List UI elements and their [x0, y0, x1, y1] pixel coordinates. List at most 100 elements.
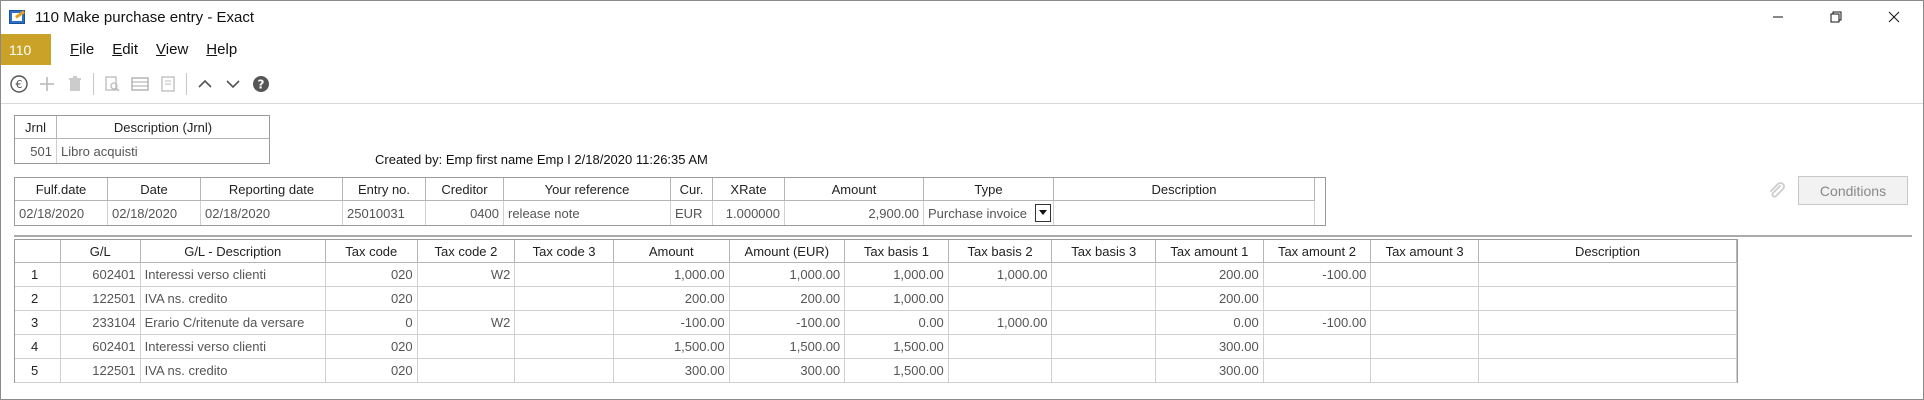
- tax-basis-2-cell[interactable]: 1,000.00: [948, 311, 1053, 335]
- menu-help[interactable]: Help: [205, 41, 238, 58]
- gl-cell[interactable]: 122501: [60, 359, 141, 383]
- tax-basis-1-cell[interactable]: 1,000.00: [845, 263, 949, 287]
- restore-button[interactable]: [1807, 1, 1865, 33]
- row-number[interactable]: 4: [15, 335, 61, 359]
- amount-eur-cell[interactable]: 300.00: [729, 359, 846, 383]
- tax-code-3-cell[interactable]: [515, 311, 614, 335]
- notes-button[interactable]: [154, 70, 182, 98]
- tax-amount-2-cell[interactable]: [1263, 359, 1372, 383]
- conditions-button[interactable]: Conditions: [1798, 176, 1908, 205]
- module-badge[interactable]: 110: [1, 34, 51, 65]
- tax-amount-1-cell[interactable]: 0.00: [1156, 311, 1264, 335]
- type-dropdown-button[interactable]: [1035, 204, 1051, 222]
- type-select[interactable]: Purchase invoice: [924, 201, 1054, 225]
- fulf-date-field[interactable]: 02/18/2020: [15, 201, 108, 225]
- row-number[interactable]: 1: [15, 263, 61, 287]
- help-button[interactable]: ?: [247, 70, 275, 98]
- row-number[interactable]: 5: [15, 359, 61, 383]
- amount-field[interactable]: 2,900.00: [785, 201, 924, 225]
- tax-basis-2-cell[interactable]: [948, 335, 1053, 359]
- journal-description[interactable]: Libro acquisti: [57, 139, 269, 163]
- currency-button[interactable]: €: [5, 70, 33, 98]
- date-field[interactable]: 02/18/2020: [108, 201, 201, 225]
- menu-file[interactable]: File: [69, 41, 95, 58]
- delete-button[interactable]: [61, 70, 89, 98]
- table-row[interactable]: 5 122501 IVA ns. credito 020 300.00 300.…: [15, 359, 1737, 383]
- tax-code-cell[interactable]: 020: [325, 263, 418, 287]
- gl-description-cell[interactable]: IVA ns. credito: [140, 287, 326, 311]
- line-description-cell[interactable]: [1478, 359, 1737, 383]
- tax-amount-3-cell[interactable]: [1371, 263, 1479, 287]
- row-number[interactable]: 2: [15, 287, 61, 311]
- amount-cell[interactable]: 1,000.00: [613, 263, 730, 287]
- tax-basis-2-cell[interactable]: [948, 287, 1053, 311]
- table-row[interactable]: 1 602401 Interessi verso clienti 020 W2 …: [15, 263, 1737, 287]
- xrate-field[interactable]: 1.000000: [713, 201, 785, 225]
- entry-description-field[interactable]: [1054, 201, 1315, 225]
- tax-code-cell[interactable]: 020: [325, 359, 418, 383]
- tax-basis-3-cell[interactable]: [1052, 263, 1157, 287]
- tax-code-2-cell[interactable]: [417, 287, 516, 311]
- amount-cell[interactable]: 200.00: [613, 287, 730, 311]
- minimize-button[interactable]: [1749, 1, 1807, 33]
- tax-amount-3-cell[interactable]: [1371, 359, 1479, 383]
- tax-basis-2-cell[interactable]: 1,000.00: [948, 263, 1053, 287]
- gl-description-cell[interactable]: Interessi verso clienti: [140, 263, 326, 287]
- creditor-field[interactable]: 0400: [426, 201, 504, 225]
- tax-code-3-cell[interactable]: [515, 287, 614, 311]
- tax-amount-1-cell[interactable]: 300.00: [1156, 335, 1264, 359]
- preview-button[interactable]: [98, 70, 126, 98]
- gl-cell[interactable]: 233104: [60, 311, 141, 335]
- next-button[interactable]: [219, 70, 247, 98]
- amount-cell[interactable]: -100.00: [613, 311, 730, 335]
- table-row[interactable]: 2 122501 IVA ns. credito 020 200.00 200.…: [15, 287, 1737, 311]
- tax-basis-3-cell[interactable]: [1052, 287, 1157, 311]
- tax-code-cell[interactable]: 020: [325, 287, 418, 311]
- exact-app-icon[interactable]: [9, 9, 27, 25]
- menu-edit[interactable]: Edit: [111, 41, 139, 58]
- gl-cell[interactable]: 122501: [60, 287, 141, 311]
- reporting-date-field[interactable]: 02/18/2020: [201, 201, 343, 225]
- row-number[interactable]: 3: [15, 311, 61, 335]
- gl-description-cell[interactable]: Interessi verso clienti: [140, 335, 326, 359]
- gl-cell[interactable]: 602401: [60, 335, 141, 359]
- tax-code-2-cell[interactable]: W2: [417, 263, 516, 287]
- entry-no-field[interactable]: 25010031: [343, 201, 426, 225]
- tax-code-cell[interactable]: 0: [325, 311, 418, 335]
- amount-eur-cell[interactable]: 1,000.00: [729, 263, 846, 287]
- tax-code-cell[interactable]: 020: [325, 335, 418, 359]
- tax-code-3-cell[interactable]: [515, 335, 614, 359]
- your-reference-field[interactable]: release note: [504, 201, 671, 225]
- tax-amount-2-cell[interactable]: [1263, 287, 1372, 311]
- menu-view[interactable]: View: [155, 41, 189, 58]
- previous-button[interactable]: [191, 70, 219, 98]
- amount-eur-cell[interactable]: -100.00: [729, 311, 846, 335]
- tax-basis-3-cell[interactable]: [1052, 335, 1157, 359]
- tax-amount-2-cell[interactable]: -100.00: [1263, 263, 1372, 287]
- tax-code-3-cell[interactable]: [515, 359, 614, 383]
- table-row[interactable]: 4 602401 Interessi verso clienti 020 1,5…: [15, 335, 1737, 359]
- line-description-cell[interactable]: [1478, 263, 1737, 287]
- tax-basis-1-cell[interactable]: 0.00: [845, 311, 949, 335]
- table-row[interactable]: 3 233104 Erario C/ritenute da versare 0 …: [15, 311, 1737, 335]
- tax-basis-1-cell[interactable]: 1,000.00: [845, 287, 949, 311]
- tax-amount-3-cell[interactable]: [1371, 287, 1479, 311]
- tax-amount-1-cell[interactable]: 200.00: [1156, 263, 1264, 287]
- tax-amount-2-cell[interactable]: -100.00: [1263, 311, 1372, 335]
- attachment-icon[interactable]: [1767, 181, 1787, 201]
- list-button[interactable]: [126, 70, 154, 98]
- tax-basis-3-cell[interactable]: [1052, 311, 1157, 335]
- gl-description-cell[interactable]: Erario C/ritenute da versare: [140, 311, 326, 335]
- journal-value-row[interactable]: 501 Libro acquisti: [15, 139, 269, 163]
- tax-amount-3-cell[interactable]: [1371, 335, 1479, 359]
- amount-eur-cell[interactable]: 1,500.00: [729, 335, 846, 359]
- amount-cell[interactable]: 300.00: [613, 359, 730, 383]
- tax-amount-2-cell[interactable]: [1263, 335, 1372, 359]
- add-button[interactable]: [33, 70, 61, 98]
- amount-eur-cell[interactable]: 200.00: [729, 287, 846, 311]
- line-description-cell[interactable]: [1478, 311, 1737, 335]
- line-description-cell[interactable]: [1478, 287, 1737, 311]
- tax-basis-2-cell[interactable]: [948, 359, 1053, 383]
- tax-code-3-cell[interactable]: [515, 263, 614, 287]
- amount-cell[interactable]: 1,500.00: [613, 335, 730, 359]
